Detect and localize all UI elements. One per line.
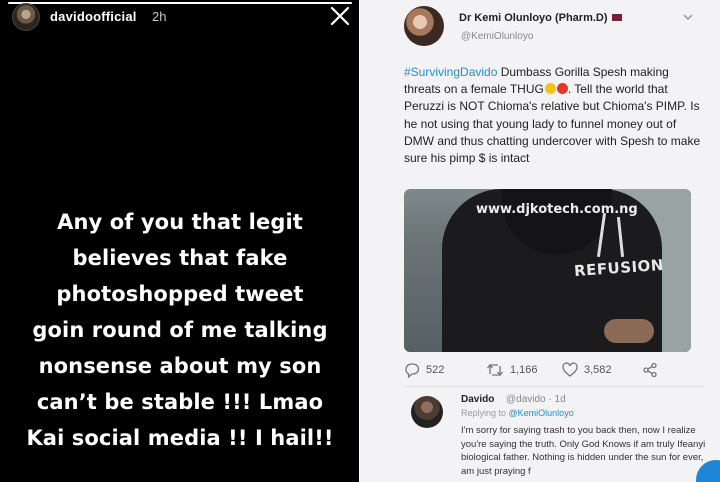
reply-author-name[interactable]: Davido: [461, 394, 494, 405]
story-text: Any of you that legit believes that fake…: [0, 204, 360, 456]
tweet-screenshot: Dr Kemi Olunloyo (Pharm.D) @KemiOlunloyo…: [360, 0, 720, 482]
share-button[interactable]: [642, 362, 658, 378]
story-text-line: photoshopped tweet: [56, 282, 304, 306]
tweet-text: #SurvivingDavido Dumbass Gorilla Spesh m…: [404, 64, 704, 167]
story-timestamp: 2h: [152, 9, 167, 24]
story-progress-fill: [8, 2, 352, 4]
story-username[interactable]: davidoofficial: [50, 9, 137, 24]
story-text-line: Any of you that legit: [57, 210, 303, 234]
tweet-image[interactable]: REFUSION www.djkotech.com.ng: [404, 189, 691, 352]
author-avatar[interactable]: [404, 6, 444, 46]
close-icon[interactable]: [328, 4, 352, 28]
reply-button[interactable]: 522: [404, 362, 444, 378]
heart-icon: [562, 362, 578, 377]
retweet-count: 1,166: [510, 364, 538, 376]
replying-to-label: Replying to: [461, 408, 509, 418]
tweet-actions: 522 1,166 3,582: [404, 358, 694, 384]
replying-to-mention[interactable]: @KemiOlunloyo: [509, 408, 574, 418]
angry-emoji-icon: [556, 83, 568, 95]
like-button[interactable]: 3,582: [562, 362, 612, 378]
divider: [404, 386, 704, 387]
instagram-story: davidoofficial 2h Any of you that legit …: [0, 0, 360, 482]
reply-count: 522: [426, 364, 445, 376]
like-count: 3,582: [584, 364, 612, 376]
story-text-line: nonsense about my son: [38, 354, 322, 378]
story-text-line: goin round of me talking: [32, 318, 328, 342]
author-handle[interactable]: @KemiOlunloyo: [461, 31, 533, 42]
author-name[interactable]: Dr Kemi Olunloyo (Pharm.D): [459, 12, 622, 24]
image-hand: [604, 319, 654, 343]
author-name-text: Dr Kemi Olunloyo (Pharm.D): [459, 12, 608, 24]
image-watermark: www.djkotech.com.ng: [476, 202, 638, 217]
emoji-icon: [544, 83, 556, 95]
replying-to: Replying to @KemiOlunloyo: [461, 408, 574, 418]
reply-author-avatar[interactable]: [411, 396, 443, 428]
story-text-line: Kai social media !! I hail!!: [26, 426, 334, 450]
reply-icon: [405, 363, 420, 378]
story-text-line: believes that fake: [72, 246, 288, 270]
chevron-down-icon[interactable]: [682, 10, 694, 22]
flag-icon: [611, 14, 622, 21]
reply-author-handle: @davido · 1d: [506, 394, 566, 405]
story-text-line: can’t be stable !!! Lmao: [36, 390, 324, 414]
hashtag-link[interactable]: #SurvivingDavido: [404, 65, 497, 79]
retweet-button[interactable]: 1,166: [486, 362, 538, 378]
share-icon: [643, 362, 657, 378]
reply-text: I'm sorry for saying trash to you back t…: [461, 425, 706, 477]
story-avatar[interactable]: [12, 3, 40, 31]
retweet-icon: [487, 363, 503, 377]
story-progress-bar: [8, 2, 352, 4]
